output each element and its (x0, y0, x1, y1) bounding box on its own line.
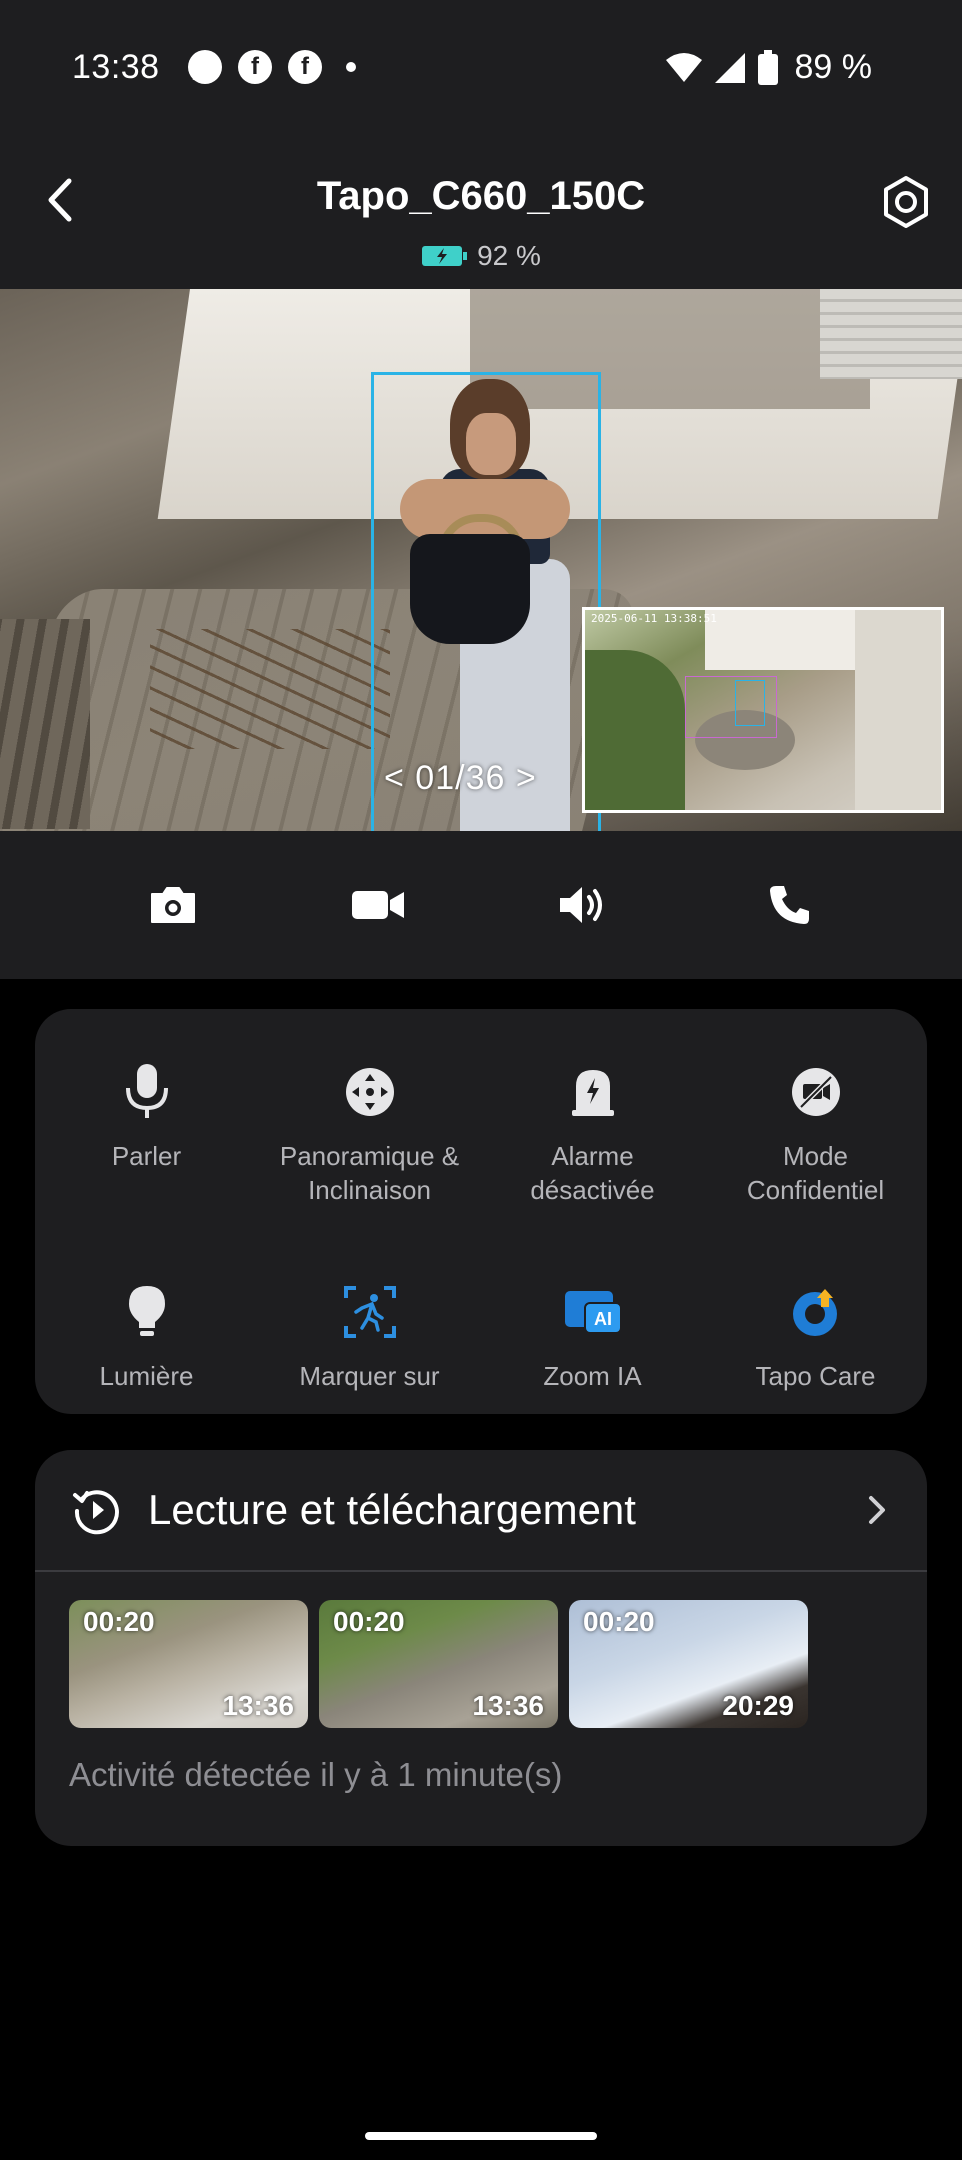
pip-timestamp: 2025-06-11 13:38:51 (591, 612, 717, 625)
feature-light[interactable]: Lumière (35, 1277, 258, 1393)
feature-ai-zoom-label: Zoom IA (543, 1361, 642, 1391)
thumbnail-duration: 00:20 (83, 1606, 155, 1637)
activity-status: Activité détectée il y à 1 minute(s) (69, 1756, 563, 1793)
gear-icon (884, 176, 928, 228)
feature-tapo-care[interactable]: Tapo Care (704, 1277, 927, 1393)
video-scene-sticks (150, 629, 390, 749)
pip-tree (585, 650, 685, 810)
thumbnail-time: 13:36 (222, 1690, 294, 1721)
battery-percent: 89 % (794, 48, 873, 86)
video-controls (0, 831, 962, 979)
live-video[interactable]: < 01/36 > 2025-06-11 13:38:51 (0, 289, 962, 831)
header: Tapo_C660_150C 92 % (0, 150, 962, 280)
camera-icon (150, 887, 195, 923)
alarm-icon (558, 1057, 628, 1127)
home-indicator[interactable] (365, 2132, 597, 2140)
thumbnail-time: 20:29 (722, 1690, 794, 1721)
status-time: 13:38 (72, 48, 160, 86)
facebook-icon: f (288, 50, 322, 84)
system-status: 89 % (665, 48, 873, 87)
features-card: Parler Panoramique & Inclinaison Alarme … (35, 1009, 927, 1414)
playback-divider (35, 1570, 927, 1572)
feature-pan-tilt[interactable]: Panoramique & Inclinaison (258, 1057, 481, 1207)
feature-talk[interactable]: Parler (35, 1057, 258, 1173)
chevron-right-icon[interactable] (857, 1490, 897, 1530)
status-bar: 13:38 f f 89 % (0, 0, 962, 140)
svg-text:AI: AI (594, 1309, 612, 1329)
call-button[interactable] (749, 865, 829, 945)
playback-title: Lecture et téléchargement (148, 1486, 636, 1533)
feature-ai-zoom[interactable]: AI Zoom IA (481, 1277, 704, 1393)
video-pager[interactable]: < 01/36 > (384, 759, 537, 798)
playback-header[interactable]: Lecture et téléchargement (35, 1450, 927, 1570)
feature-pan-tilt-label: Panoramique & Inclinaison (279, 1141, 460, 1205)
snapshot-button[interactable] (133, 865, 213, 945)
tapo-care-icon (781, 1277, 851, 1347)
feature-mark-on[interactable]: Marquer sur (258, 1277, 481, 1393)
thumbnail-time: 13:36 (472, 1690, 544, 1721)
pan-tilt-icon (335, 1057, 405, 1127)
video-scene-chair (0, 619, 90, 829)
pip-wall (855, 610, 941, 810)
privacy-icon (781, 1057, 851, 1127)
thumbnail-duration: 00:20 (583, 1606, 655, 1637)
signal-icon (714, 52, 745, 83)
history-icon (69, 1482, 125, 1538)
settings-button[interactable] (874, 170, 938, 234)
pip-person-box (735, 680, 765, 726)
recording-thumbnail[interactable]: 00:20 20:29 (569, 1600, 808, 1728)
feature-talk-label: Parler (111, 1141, 182, 1171)
feature-mark-on-label: Marquer sur (299, 1361, 440, 1391)
battery-icon (757, 49, 778, 85)
speaker-icon (559, 887, 602, 923)
video-record-icon (352, 891, 405, 919)
recording-thumbnail[interactable]: 00:20 13:36 (319, 1600, 558, 1728)
facebook-icon: f (238, 50, 272, 84)
camera-battery-percent: 92 % (477, 240, 541, 271)
pip-camera-view[interactable]: 2025-06-11 13:38:51 (582, 607, 944, 813)
feature-privacy-label: Mode Confidentiel (746, 1141, 885, 1205)
page-title: Tapo_C660_150C (316, 174, 646, 218)
mark-on-icon (335, 1277, 405, 1347)
feature-alarm[interactable]: Alarme désactivée (481, 1057, 704, 1207)
more-notifications-dot (346, 62, 356, 72)
feature-privacy[interactable]: Mode Confidentiel (704, 1057, 927, 1207)
camera-battery: 92 % (0, 240, 962, 272)
ai-zoom-icon: AI (558, 1277, 628, 1347)
feature-alarm-label: Alarme désactivée (530, 1141, 655, 1205)
feature-tapo-care-label: Tapo Care (755, 1361, 876, 1391)
notification-icons: f f (188, 50, 356, 84)
wifi-icon (665, 52, 702, 82)
pip-house (705, 610, 855, 670)
phone-icon (770, 886, 810, 924)
lightbulb-icon (112, 1277, 182, 1347)
thumbnail-duration: 00:20 (333, 1606, 405, 1637)
playback-card: Lecture et téléchargement 00:20 13:36 00… (35, 1450, 927, 1846)
microphone-icon (112, 1057, 182, 1127)
camera-battery-icon (422, 246, 468, 266)
video-scene-shutter (820, 289, 962, 379)
recording-thumbnail[interactable]: 00:20 13:36 (69, 1600, 308, 1728)
record-button[interactable] (338, 865, 418, 945)
playback-thumbnails: 00:20 13:36 00:20 13:36 00:20 20:29 (69, 1600, 808, 1728)
sound-button[interactable] (544, 865, 624, 945)
feature-light-label: Lumière (99, 1361, 194, 1391)
whatsapp-icon (188, 50, 222, 84)
